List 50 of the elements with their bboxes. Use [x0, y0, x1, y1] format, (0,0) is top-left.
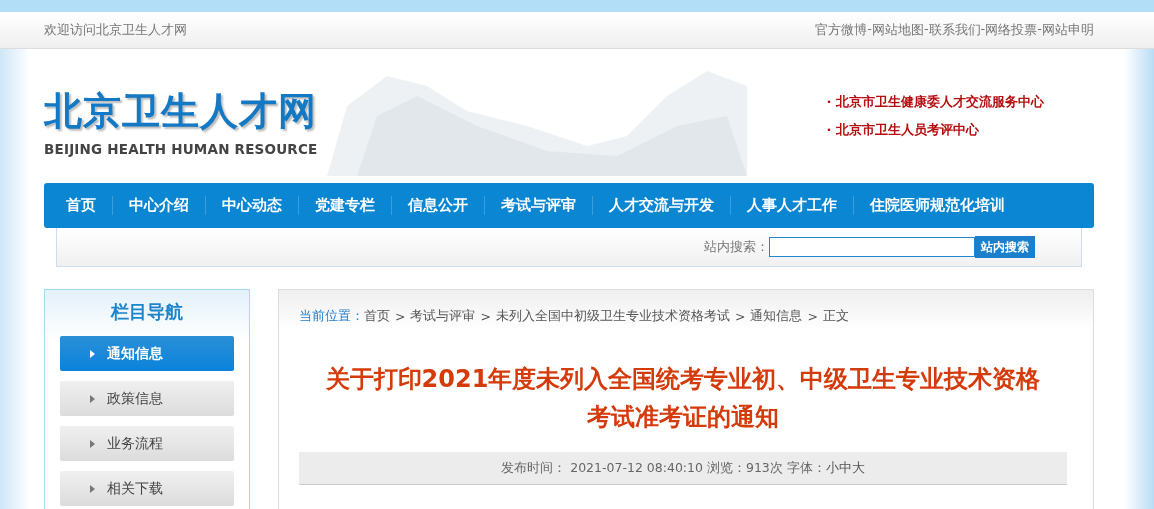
- breadcrumb-label: 当前位置：: [299, 307, 364, 325]
- top-link[interactable]: 官方微博: [815, 21, 868, 39]
- welcome-text: 欢迎访问北京卫生人才网: [44, 21, 187, 39]
- nav-item[interactable]: 人事人才工作: [730, 196, 853, 215]
- triangle-icon: [90, 439, 95, 448]
- triangle-icon: [90, 394, 95, 403]
- breadcrumb-link[interactable]: 正文: [822, 307, 849, 325]
- nav-item[interactable]: 考试与评审: [484, 196, 592, 215]
- nav-item[interactable]: 中心介绍: [112, 196, 205, 215]
- top-link[interactable]: 网站地图: [871, 21, 924, 39]
- font-size-link[interactable]: 中: [838, 459, 852, 477]
- breadcrumb-link[interactable]: 首页: [364, 307, 390, 325]
- search-button[interactable]: 站内搜索: [975, 236, 1035, 258]
- breadcrumb-separator: >: [807, 308, 818, 324]
- top-link[interactable]: 联系我们: [928, 21, 981, 39]
- nav-item[interactable]: 党建专栏: [298, 196, 391, 215]
- header-link[interactable]: · 北京市卫生健康委人才交流服务中心: [826, 93, 1044, 111]
- meta-text: 发布时间： 2021-07-12 08:40:10 浏览：913次 字体：: [501, 459, 826, 477]
- article-title: 关于打印2021年度未列入全国统考专业初、中级卫生专业技术资格考试准考证的通知: [324, 364, 1042, 433]
- search-field[interactable]: [769, 237, 975, 257]
- separator-text: -: [867, 21, 872, 38]
- sidebar-item[interactable]: 相关下载: [60, 471, 234, 506]
- font-size-link[interactable]: 小: [825, 459, 839, 477]
- nav-item[interactable]: 首页: [50, 196, 112, 215]
- breadcrumb-separator: >: [480, 308, 491, 324]
- triangle-icon: [90, 484, 95, 493]
- sidebar-item[interactable]: 业务流程: [60, 426, 234, 461]
- nav-item[interactable]: 信息公开: [391, 196, 484, 215]
- nav-item[interactable]: 人才交流与开发: [592, 196, 730, 215]
- top-link[interactable]: 网站申明: [1042, 21, 1094, 39]
- separator-text: -: [923, 21, 929, 38]
- breadcrumb-link[interactable]: 通知信息: [750, 307, 803, 325]
- breadcrumb-separator: >: [395, 308, 406, 324]
- search-label: 站内搜索：: [704, 238, 769, 256]
- nav-item[interactable]: 中心动态: [205, 196, 298, 215]
- breadcrumb-link[interactable]: 考试与评审: [410, 307, 476, 325]
- sidebar-title: 栏目导航: [109, 300, 184, 324]
- sidebar-item[interactable]: 通知信息: [60, 336, 234, 371]
- sidebar-item[interactable]: 政策信息: [60, 381, 234, 416]
- separator-text: -: [1037, 21, 1042, 38]
- separator-text: -: [980, 21, 986, 38]
- logo-subtitle: BEIJING HEALTH HUMAN RESOURCE: [44, 140, 318, 157]
- top-link[interactable]: 网络投票: [985, 21, 1038, 39]
- logo-title: 北京卫生人才网: [44, 87, 318, 135]
- header-link[interactable]: · 北京市卫生人员考评中心: [826, 121, 1044, 139]
- triangle-icon: [90, 349, 95, 358]
- breadcrumb-link[interactable]: 未列入全国中初级卫生专业技术资格考试: [495, 307, 730, 325]
- font-size-link[interactable]: 大: [851, 459, 865, 477]
- breadcrumb-separator: >: [734, 308, 746, 324]
- nav-item[interactable]: 住院医师规范化培训: [853, 196, 1021, 215]
